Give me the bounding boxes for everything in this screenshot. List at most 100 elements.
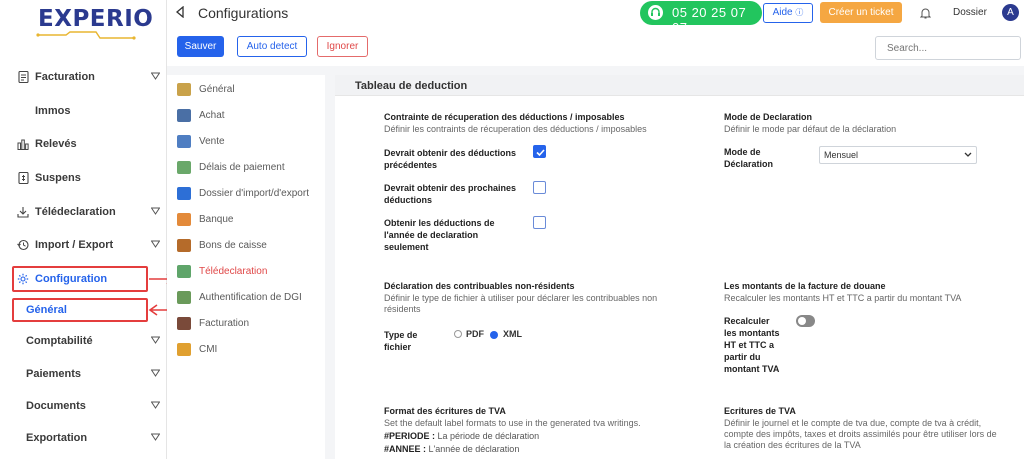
auto-detect-button[interactable]: Auto detect	[237, 36, 307, 57]
document-icon	[17, 70, 29, 84]
help-button[interactable]: Aide ⓘ	[763, 3, 813, 23]
chevron-down-icon	[151, 401, 160, 409]
option-prev-checkbox[interactable]	[533, 145, 546, 158]
sales-chart-icon	[177, 134, 191, 148]
bank-icon	[177, 212, 191, 226]
submenu-item-dossier-import[interactable]: Dossier d'import/d'export	[177, 184, 309, 202]
radio-xml[interactable]	[490, 331, 498, 339]
sidebar-item-facturation[interactable]: Facturation	[0, 63, 167, 91]
chevron-down-icon	[964, 152, 972, 157]
submenu-item-achat[interactable]: Achat	[177, 106, 225, 124]
contraintes-desc: Définir les contraints de récuperation d…	[384, 124, 647, 134]
calendar-icon	[177, 160, 191, 174]
chevron-down-icon	[151, 336, 160, 344]
sidebar-item-releves[interactable]: Relevés	[0, 130, 167, 158]
logo-circuit-decoration	[36, 31, 136, 40]
recalc-toggle[interactable]	[796, 315, 815, 327]
format-line-annee: #ANNEE : L'année de déclaration	[384, 444, 520, 454]
format-line-periode: #PERIODE : La période de déclaration	[384, 431, 540, 441]
support-phone-number: 05 20 25 07 07	[672, 5, 747, 35]
sidebar-item-label: Paiements	[26, 368, 82, 380]
douane-desc: Recalculer les montants HT et TTC a part…	[724, 293, 962, 303]
sidebar-item-suspens[interactable]: Suspens	[0, 164, 167, 192]
voucher-icon	[177, 238, 191, 252]
sidebar-item-comptabilite[interactable]: Comptabilité	[0, 327, 167, 355]
submenu-item-label: Télédeclaration	[199, 265, 268, 277]
receipt-icon	[17, 171, 29, 185]
mode-title: Mode de Declaration	[724, 112, 813, 122]
support-phone-pill[interactable]: 05 20 25 07 07	[640, 1, 762, 35]
option-next-checkbox[interactable]	[533, 181, 546, 194]
main-panel: Tableau de deduction Contrainte de récup…	[335, 75, 1024, 459]
sidebar-item-paiements[interactable]: Paiements	[0, 360, 167, 388]
recalc-label: Recalculer les montants HT et TTC a partir …	[724, 316, 780, 374]
option-next-label: Devrait obtenir des prochaines déductions	[384, 183, 517, 205]
avatar[interactable]: A	[1002, 4, 1019, 21]
chevron-down-icon	[151, 72, 160, 80]
radio-pdf[interactable]	[454, 330, 462, 338]
sidebar-item-teledeclaration[interactable]: Télédeclaration	[0, 198, 167, 226]
ecritures-title: Ecritures de TVA	[724, 406, 796, 416]
option-year-checkbox[interactable]	[533, 216, 546, 229]
folder-icon	[177, 186, 191, 200]
submenu-item-label: Vente	[199, 135, 225, 147]
sidebar-item-exportation[interactable]: Exportation	[0, 424, 167, 452]
submenu-item-label: CMI	[199, 343, 218, 355]
mode-desc: Définir le mode par défaut de la déclara…	[724, 124, 897, 134]
chevron-down-icon	[151, 433, 160, 441]
sidebar-item-label: Immos	[35, 105, 71, 117]
annotation-box-general	[12, 298, 148, 322]
mode-label: Mode de Déclaration	[724, 147, 774, 169]
submenu-item-teledeclaration[interactable]: Télédeclaration	[177, 262, 267, 280]
checkmark-icon	[536, 149, 545, 157]
ignore-button[interactable]: Ignorer	[317, 36, 368, 57]
create-ticket-button[interactable]: Créer un ticket	[820, 2, 902, 23]
nonresidents-title: Déclaration des contribuables non-réside…	[384, 281, 575, 291]
submenu-item-banque[interactable]: Banque	[177, 210, 233, 228]
sidebar-item-label: Documents	[26, 400, 86, 412]
download-icon	[17, 206, 29, 218]
submenu-item-label: Bons de caisse	[199, 239, 267, 251]
submenu-item-vente[interactable]: Vente	[177, 132, 225, 150]
sidebar-item-label: Relevés	[35, 138, 77, 150]
sidebar-item-label: Suspens	[35, 172, 81, 184]
submenu-item-facturation[interactable]: Facturation	[177, 314, 249, 332]
sidebar-item-documents[interactable]: Documents	[0, 392, 167, 420]
history-icon	[17, 239, 29, 251]
id-card-icon	[177, 290, 191, 304]
submenu-item-label: Authentification de DGI	[199, 291, 302, 303]
chevron-down-icon	[151, 240, 160, 248]
cart-icon	[177, 108, 191, 122]
collapse-left-icon[interactable]	[175, 6, 185, 18]
chevron-down-icon	[151, 207, 160, 215]
submenu-item-label: Achat	[199, 109, 225, 121]
submenu-item-delais[interactable]: Délais de paiement	[177, 158, 285, 176]
dossier-menu[interactable]: Dossier	[953, 7, 987, 18]
search-input[interactable]	[875, 36, 1021, 60]
settings-icon	[177, 82, 191, 96]
submenu-item-bons-caisse[interactable]: Bons de caisse	[177, 236, 267, 254]
top-bar: Configurations 05 20 25 07 07 Aide ⓘ Cré…	[167, 0, 1024, 66]
headset-icon	[648, 5, 663, 20]
contraintes-title: Contrainte de récuperation des déduction…	[384, 112, 625, 122]
sidebar-item-import-export[interactable]: Import / Export	[0, 231, 167, 259]
sidebar-item-label: Télédeclaration	[35, 206, 116, 218]
format-desc: Set the default label formats to use in …	[384, 418, 641, 428]
sidebar-item-label: Comptabilité	[26, 335, 93, 347]
tag-icon	[177, 316, 191, 330]
submenu-item-label: Dossier d'import/d'export	[199, 187, 309, 199]
submenu-item-label: Facturation	[199, 317, 250, 329]
mode-select[interactable]: Mensuel	[819, 146, 977, 164]
submenu-item-general[interactable]: Général	[177, 80, 235, 98]
save-button[interactable]: Sauver	[177, 36, 224, 57]
sidebar-item-immos[interactable]: Immos	[0, 97, 167, 125]
annotation-box-configuration	[12, 266, 148, 292]
sidebar-item-label: Import / Export	[35, 239, 114, 251]
card-icon	[177, 342, 191, 356]
submenu-item-cmi[interactable]: CMI	[177, 340, 217, 358]
bell-icon[interactable]	[920, 7, 931, 19]
bar-chart-icon	[17, 138, 29, 150]
submenu-item-auth-dgi[interactable]: Authentification de DGI	[177, 288, 302, 306]
submenu-item-label: Délais de paiement	[199, 161, 285, 173]
section-heading: Tableau de deduction	[355, 80, 468, 92]
